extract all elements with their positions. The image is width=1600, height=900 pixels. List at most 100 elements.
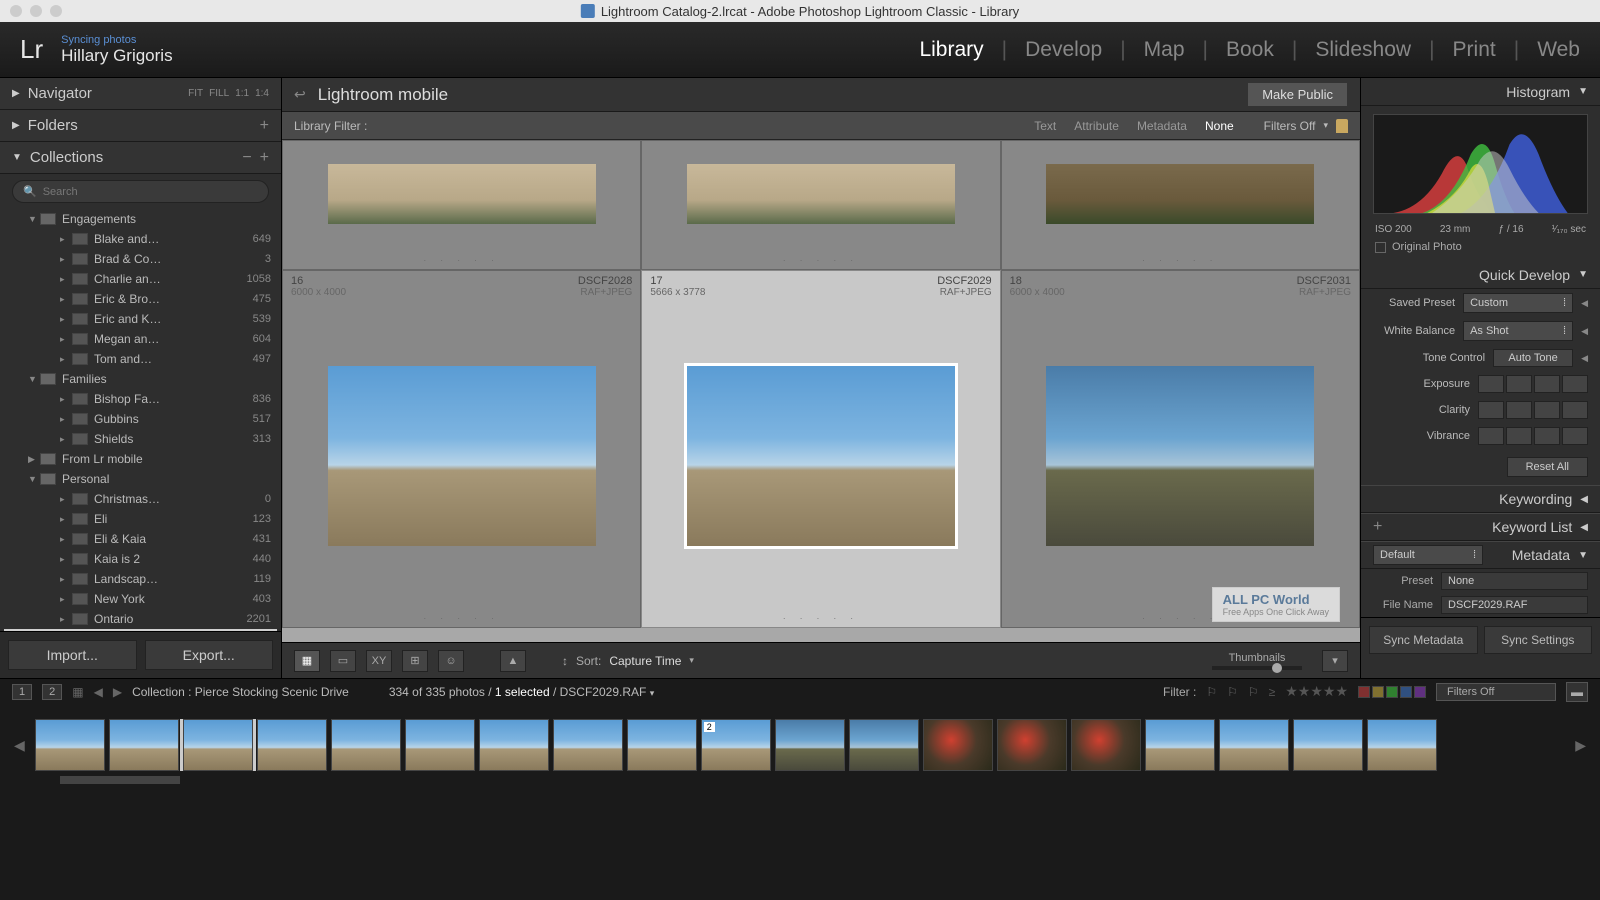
filmstrip-thumb[interactable]: [35, 719, 105, 771]
histogram-header[interactable]: Histogram ▼: [1361, 78, 1600, 106]
make-public-button[interactable]: Make Public: [1247, 82, 1348, 107]
collection-item[interactable]: ▸Gubbins517: [4, 409, 277, 429]
collection-item[interactable]: ▸Charlie an…1058: [4, 269, 277, 289]
collection-set[interactable]: ▼Families: [4, 369, 277, 389]
chevron-down-icon[interactable]: ▼: [28, 474, 40, 484]
star-rating-filter[interactable]: ★★★★★: [1285, 683, 1348, 700]
collection-item[interactable]: ▸Shields313: [4, 429, 277, 449]
sync-metadata-button[interactable]: Sync Metadata: [1369, 626, 1478, 654]
chevron-left-icon[interactable]: ◀: [1581, 298, 1588, 309]
sort-group[interactable]: ↕ Sort: Capture Time ▾: [562, 654, 694, 668]
grid-cell[interactable]: 18DSCF20316000 x 4000RAF+JPEG· · · · ·: [1001, 270, 1360, 628]
thumbnail[interactable]: [328, 366, 596, 546]
grid-cell[interactable]: 16DSCF20286000 x 4000RAF+JPEG· · · · ·: [282, 270, 641, 628]
collection-path[interactable]: Collection : Pierce Stocking Scenic Driv…: [132, 685, 349, 699]
filmstrip-toggle-icon[interactable]: ▬: [1566, 682, 1588, 702]
filmstrip-thumb[interactable]: [405, 719, 475, 771]
filmstrip-thumb[interactable]: [849, 719, 919, 771]
maximize-window-button[interactable]: [50, 5, 62, 17]
collection-item[interactable]: ▸Bishop Fa…836: [4, 389, 277, 409]
navigator-zoom-opts[interactable]: FITFILL1:11:4: [188, 88, 269, 99]
filter-metadata[interactable]: Metadata: [1137, 119, 1187, 133]
grid-cell[interactable]: · · · · ·: [282, 140, 641, 270]
collection-item[interactable]: ▸Eric & Bro…475: [4, 289, 277, 309]
grid-cell[interactable]: 17DSCF20295666 x 3778RAF+JPEG· · · · ·: [641, 270, 1000, 628]
filter-none[interactable]: None: [1205, 119, 1234, 133]
grid-mini-icon[interactable]: ▦: [72, 685, 83, 699]
filmstrip-thumb[interactable]: [1293, 719, 1363, 771]
cell-rating-dots[interactable]: · · · · ·: [283, 609, 640, 627]
collection-item[interactable]: ▸Eli & Kaia431: [4, 529, 277, 549]
collection-item[interactable]: ▸Eric and K…539: [4, 309, 277, 329]
vibrance-plus2[interactable]: [1562, 427, 1588, 445]
survey-view-button[interactable]: ⊞: [402, 650, 428, 672]
compare-view-button[interactable]: XY: [366, 650, 392, 672]
filmstrip-thumb[interactable]: [775, 719, 845, 771]
collection-item[interactable]: ▸Megan an…604: [4, 329, 277, 349]
chevron-down-icon[interactable]: ▼: [28, 214, 40, 224]
people-view-button[interactable]: ☺: [438, 650, 464, 672]
grid-view-button[interactable]: ▦: [294, 650, 320, 672]
module-develop[interactable]: Develop: [1025, 38, 1102, 62]
vibrance-minus2[interactable]: [1478, 427, 1504, 445]
filmstrip-right-arrow[interactable]: ▶: [1571, 737, 1590, 754]
thumbnail[interactable]: [328, 164, 596, 224]
collection-item[interactable]: ▸Blake and…649: [4, 229, 277, 249]
identity[interactable]: Syncing photos Hillary Grigoris: [61, 34, 172, 66]
swatch-blue[interactable]: [1400, 686, 1412, 698]
back-arrow-icon[interactable]: ↩: [294, 86, 306, 103]
filmstrip-thumb[interactable]: [183, 719, 253, 771]
clarity-plus2[interactable]: [1562, 401, 1588, 419]
collection-set[interactable]: ▼Engagements: [4, 209, 277, 229]
module-book[interactable]: Book: [1226, 38, 1274, 62]
chevron-down-icon[interactable]: ▼: [28, 374, 40, 384]
collection-item[interactable]: ▸Ontario2201: [4, 609, 277, 629]
collection-item[interactable]: ▸New York403: [4, 589, 277, 609]
chevron-right-icon[interactable]: ▶: [28, 454, 40, 465]
filmstrip-thumb[interactable]: [1367, 719, 1437, 771]
sync-settings-button[interactable]: Sync Settings: [1484, 626, 1593, 654]
filmstrip-thumbs[interactable]: 2: [35, 719, 1565, 771]
collection-item[interactable]: ▸Brad & Co…3: [4, 249, 277, 269]
collection-set[interactable]: ▼Personal: [4, 469, 277, 489]
module-web[interactable]: Web: [1537, 38, 1580, 62]
filmstrip-thumb[interactable]: [257, 719, 327, 771]
exposure-minus1[interactable]: [1506, 375, 1532, 393]
minimize-window-button[interactable]: [30, 5, 42, 17]
metadata-preset-value[interactable]: None: [1441, 572, 1588, 590]
reset-all-button[interactable]: Reset All: [1507, 457, 1588, 477]
filmstrip-thumb[interactable]: [923, 719, 993, 771]
folders-header[interactable]: ▶ Folders +: [0, 110, 281, 142]
next-photo-button[interactable]: ▶: [113, 685, 122, 699]
white-balance-select[interactable]: As Shot⁞: [1463, 321, 1573, 341]
vibrance-plus1[interactable]: [1534, 427, 1560, 445]
module-library[interactable]: Library: [919, 38, 983, 62]
auto-tone-button[interactable]: Auto Tone: [1493, 349, 1573, 367]
exposure-plus1[interactable]: [1534, 375, 1560, 393]
collection-item[interactable]: ▸Eli123: [4, 509, 277, 529]
grid-cell[interactable]: · · · · ·: [1001, 140, 1360, 270]
sort-direction-icon[interactable]: ↕: [562, 654, 568, 668]
cell-rating-dots[interactable]: · · · · ·: [1002, 251, 1359, 269]
nav-zoom-fit[interactable]: FIT: [188, 88, 203, 99]
close-window-button[interactable]: [10, 5, 22, 17]
prev-photo-button[interactable]: ◀: [94, 685, 103, 699]
chevron-left-icon[interactable]: ◀: [1581, 353, 1588, 364]
cell-rating-dots[interactable]: · · · · ·: [283, 251, 640, 269]
exposure-plus2[interactable]: [1562, 375, 1588, 393]
filmstrip-thumb[interactable]: [1145, 719, 1215, 771]
checkbox-icon[interactable]: [1375, 242, 1386, 253]
clarity-plus1[interactable]: [1534, 401, 1560, 419]
saved-preset-select[interactable]: Custom⁞: [1463, 293, 1573, 313]
window-2-badge[interactable]: 2: [42, 684, 62, 700]
collection-item[interactable]: ▸Christmas…0: [4, 489, 277, 509]
filmstrip-thumb[interactable]: [1071, 719, 1141, 771]
nav-zoom-1-1[interactable]: 1:1: [235, 88, 249, 99]
chevron-left-icon[interactable]: ◀: [1581, 326, 1588, 337]
filmstrip-thumb[interactable]: [627, 719, 697, 771]
cell-rating-dots[interactable]: · · · · ·: [642, 251, 999, 269]
collection-item[interactable]: ▸Kaia is 2440: [4, 549, 277, 569]
module-print[interactable]: Print: [1453, 38, 1496, 62]
filters-off-group[interactable]: Filters Off ▾: [1264, 119, 1348, 133]
navigator-header[interactable]: ▶ Navigator FITFILL1:11:4: [0, 78, 281, 110]
